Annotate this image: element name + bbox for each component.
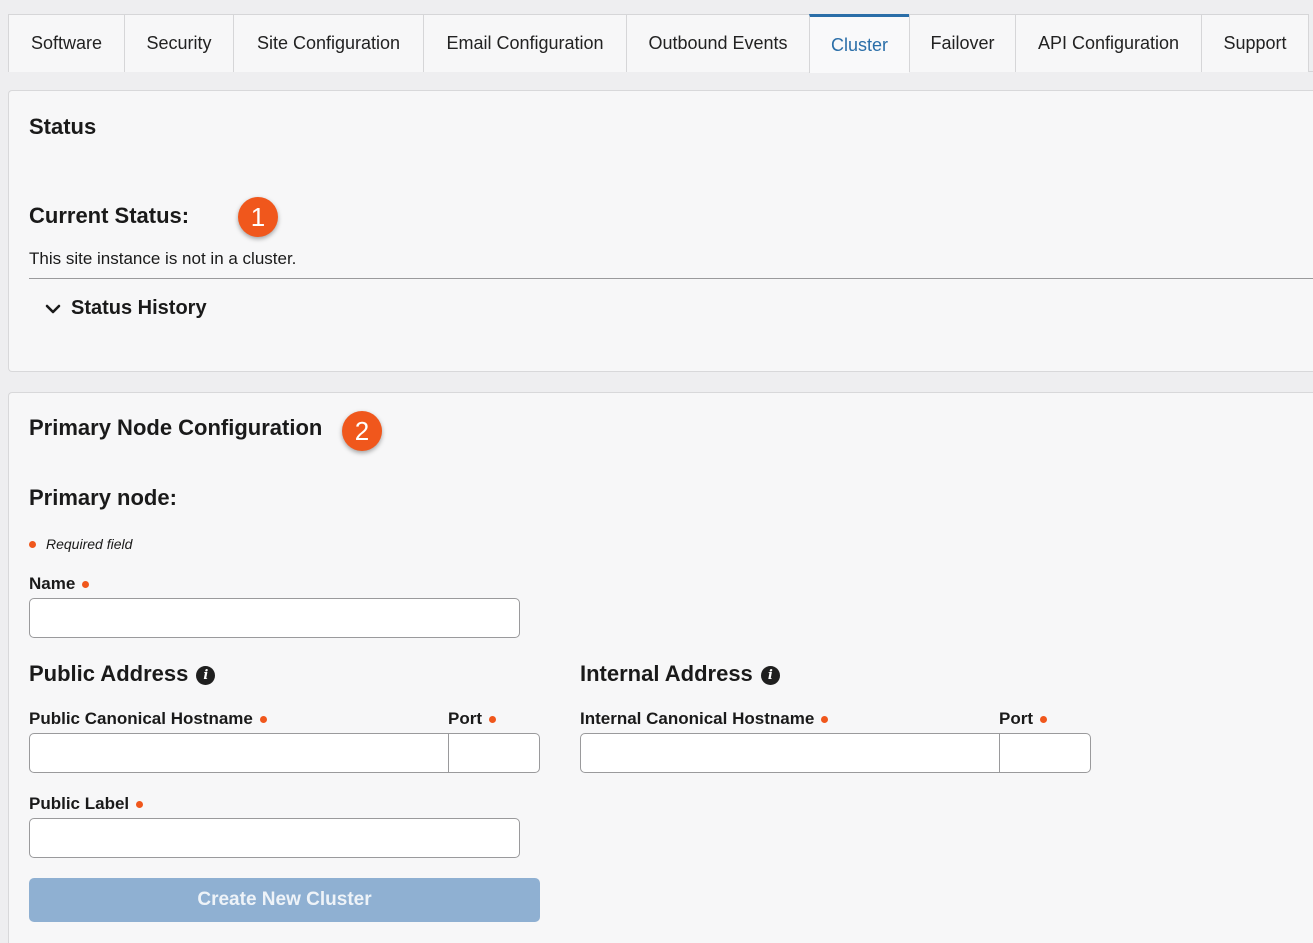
tab-site-configuration[interactable]: Site Configuration <box>233 14 423 72</box>
required-dot-icon <box>489 715 496 723</box>
public-hostname-label: Public Canonical Hostname <box>29 709 267 729</box>
create-new-cluster-button[interactable]: Create New Cluster <box>29 878 540 922</box>
public-address-inputs <box>29 733 540 773</box>
public-hostname-input[interactable] <box>29 733 449 773</box>
status-title: Status <box>29 114 97 139</box>
tab-api-configuration[interactable]: API Configuration <box>1015 14 1201 72</box>
required-field-note: Required field <box>29 536 132 552</box>
public-address-title: Public Address i <box>29 661 216 687</box>
required-dot-icon <box>136 800 144 808</box>
internal-hostname-label: Internal Canonical Hostname <box>580 709 829 729</box>
public-label-label: Public Label <box>29 794 144 814</box>
required-dot-icon <box>82 580 90 588</box>
tab-software[interactable]: Software <box>8 14 124 72</box>
required-dot-icon <box>29 540 36 548</box>
internal-address-title: Internal Address i <box>580 661 780 687</box>
callout-badge-2: 2 <box>342 411 382 451</box>
public-port-input[interactable] <box>449 733 540 773</box>
public-label-input[interactable] <box>29 818 520 858</box>
internal-hostname-input[interactable] <box>580 733 1000 773</box>
public-port-label: Port <box>448 709 496 729</box>
tab-outbound-events[interactable]: Outbound Events <box>626 14 809 72</box>
status-history-toggle[interactable]: Status History <box>45 297 207 320</box>
chevron-down-icon <box>45 304 61 313</box>
internal-port-input[interactable] <box>1000 733 1091 773</box>
settings-tabs: Software Security Site Configuration Email … <box>8 14 1313 73</box>
tab-failover[interactable]: Failover <box>909 14 1015 72</box>
tab-security[interactable]: Security <box>124 14 233 72</box>
primary-node-panel: Primary Node Configuration 2 Primary nod… <box>8 392 1313 943</box>
current-status-label: Current Status: <box>29 203 190 228</box>
divider <box>29 278 1313 279</box>
required-dot-icon <box>821 715 829 723</box>
primary-node-title: Primary Node Configuration <box>29 415 323 440</box>
tab-cluster[interactable]: Cluster <box>809 14 909 73</box>
info-icon[interactable]: i <box>760 666 780 685</box>
required-dot-icon <box>259 715 267 723</box>
callout-badge-1: 1 <box>238 197 278 237</box>
primary-node-subtitle: Primary node: <box>29 485 177 510</box>
tab-email-configuration[interactable]: Email Configuration <box>423 14 626 72</box>
status-panel: Status Current Status: 1 This site insta… <box>8 90 1313 372</box>
internal-port-label: Port <box>999 709 1047 729</box>
tab-support[interactable]: Support <box>1201 14 1309 72</box>
info-icon[interactable]: i <box>196 666 216 685</box>
name-input[interactable] <box>29 598 520 638</box>
name-label: Name <box>29 574 90 594</box>
required-dot-icon <box>1040 715 1047 723</box>
status-message: This site instance is not in a cluster. <box>29 249 297 268</box>
internal-address-inputs <box>580 733 1091 773</box>
status-history-label: Status History <box>71 297 207 319</box>
